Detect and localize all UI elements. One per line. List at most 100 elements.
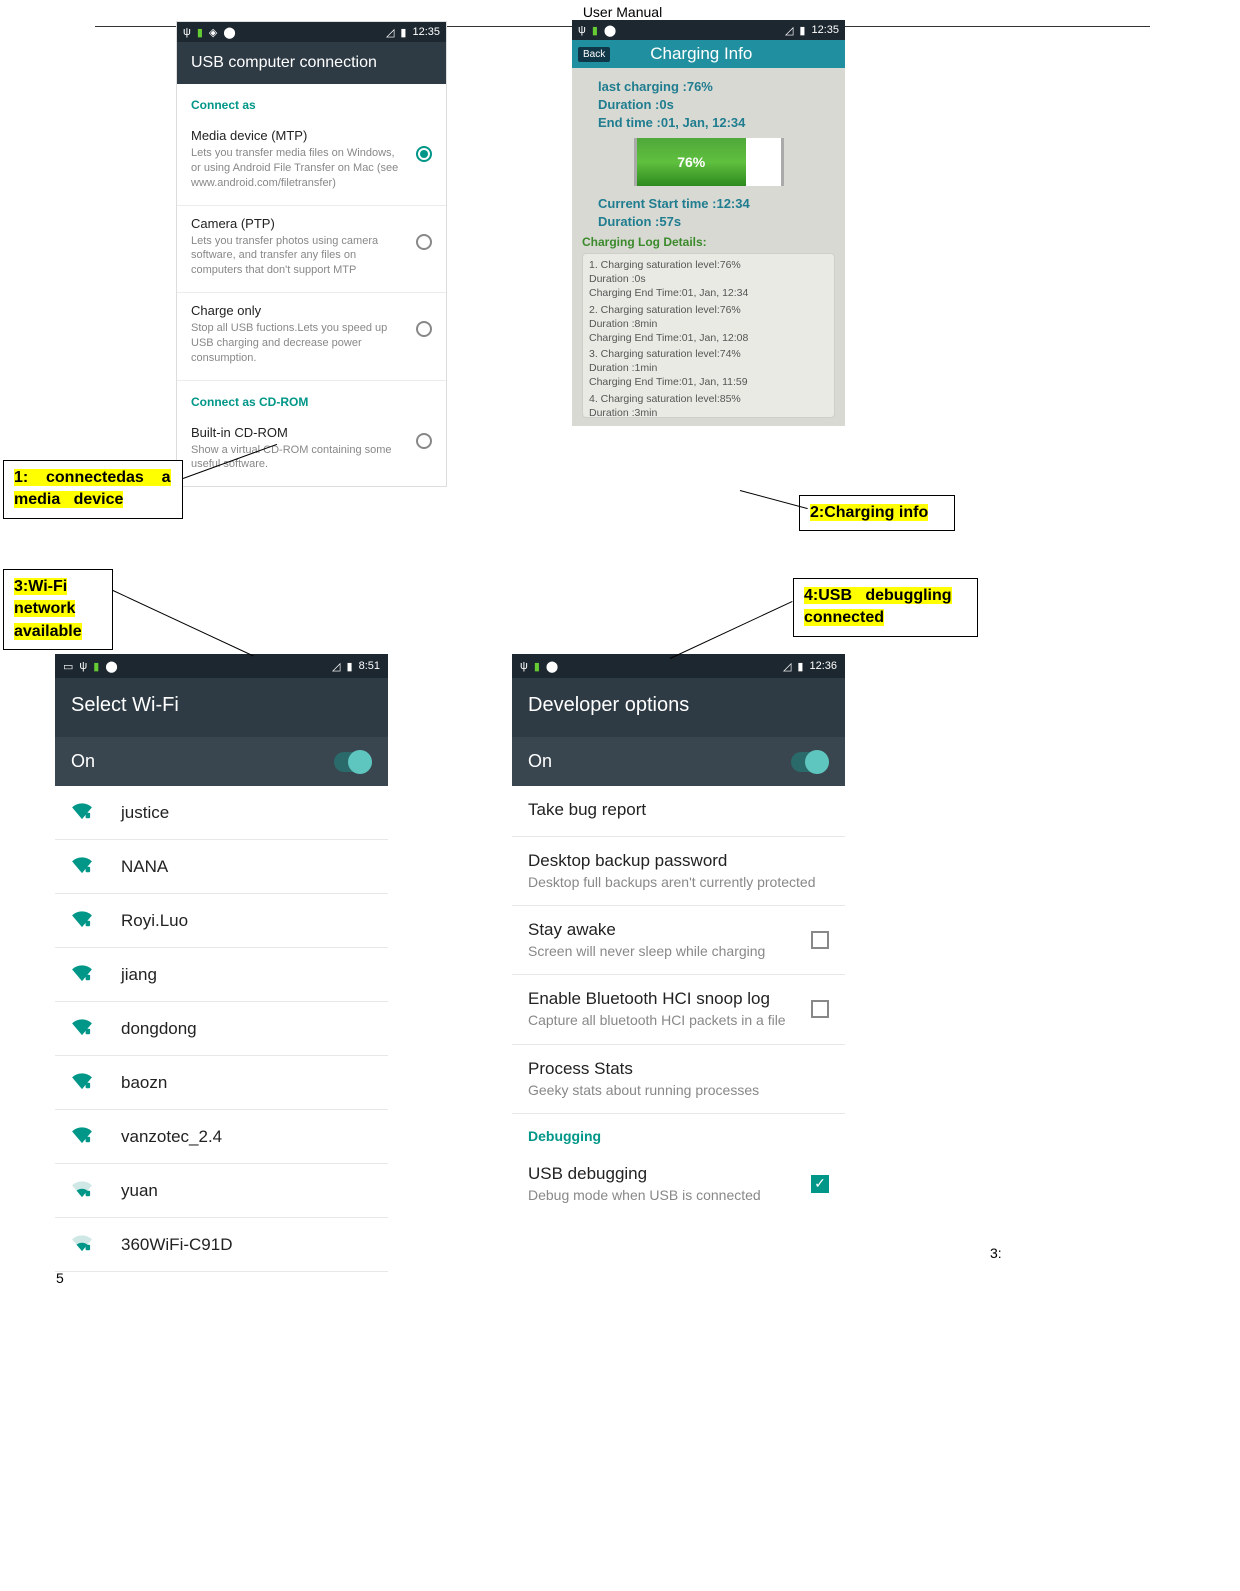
- bluetooth-snoop[interactable]: Enable Bluetooth HCI snoop log Capture a…: [512, 975, 845, 1044]
- usb-connection-screen: ψ ▮ ◈ ⬤ ◿ ▮ 12:35 USB computer connectio…: [176, 21, 447, 487]
- wifi-network-name: Royi.Luo: [121, 911, 188, 931]
- row-desc: Geeky stats about running processes: [528, 1081, 829, 1099]
- battery-fill: 76%: [637, 138, 746, 186]
- row-title: Enable Bluetooth HCI snoop log: [528, 989, 801, 1009]
- android-icon: ⬤: [105, 660, 117, 673]
- option-mtp-title: Media device (MTP): [191, 128, 406, 143]
- duration-1: Duration :0s: [598, 97, 835, 112]
- annotation-3: 3:Wi-Finetworkavailable: [3, 569, 113, 650]
- wifi-signal-icon: [71, 802, 99, 823]
- process-stats[interactable]: Process Stats Geeky stats about running …: [512, 1045, 845, 1114]
- radio-charge[interactable]: [416, 321, 432, 337]
- wifi-network-row[interactable]: NANA: [55, 840, 388, 894]
- dev-title: Developer options: [512, 678, 845, 737]
- option-mtp[interactable]: Media device (MTP) Lets you transfer med…: [177, 118, 446, 206]
- back-button[interactable]: Back: [578, 47, 610, 62]
- clock: 12:35: [811, 24, 839, 36]
- wifi-network-row[interactable]: yuan: [55, 1164, 388, 1218]
- last-charging: last charging :76%: [598, 79, 835, 94]
- log-entry: 1. Charging saturation level:76% Duratio…: [589, 258, 828, 301]
- wifi-icon: ◈: [209, 26, 217, 39]
- option-ptp-title: Camera (PTP): [191, 216, 406, 231]
- radio-cdrom[interactable]: [416, 433, 432, 449]
- log-box[interactable]: 1. Charging saturation level:76% Duratio…: [582, 253, 835, 418]
- wifi-network-row[interactable]: dongdong: [55, 1002, 388, 1056]
- status-bar: ψ ▮ ⬤ ◿ ▮ 12:36: [512, 654, 845, 678]
- wifi-signal-icon: [71, 1234, 99, 1255]
- wifi-network-name: baozn: [121, 1073, 167, 1093]
- page-number-left: 5: [56, 1270, 64, 1286]
- duration-2: Duration :57s: [598, 214, 835, 229]
- wifi-network-row[interactable]: Royi.Luo: [55, 894, 388, 948]
- wifi-network-row[interactable]: baozn: [55, 1056, 388, 1110]
- checkbox-stay-awake[interactable]: [811, 931, 829, 949]
- annotation-4-line: [670, 601, 793, 659]
- option-cdrom-desc: Show a virtual CD-ROM containing some us…: [191, 443, 406, 473]
- wifi-network-row[interactable]: 360WiFi-C91D: [55, 1218, 388, 1272]
- checkbox-bt-snoop[interactable]: [811, 1000, 829, 1018]
- clock: 8:51: [359, 660, 380, 672]
- usb-icon: ψ: [578, 24, 586, 36]
- signal-icon: ◿: [332, 660, 340, 673]
- log-entry: 4. Charging saturation level:85% Duratio…: [589, 392, 828, 418]
- wifi-network-row[interactable]: vanzotec_2.4: [55, 1110, 388, 1164]
- checkbox-usb-debugging[interactable]: ✓: [811, 1175, 829, 1193]
- charging-header: Back Charging Info: [572, 40, 845, 68]
- option-charge-desc: Stop all USB fuctions.Lets you speed up …: [191, 321, 406, 366]
- battery-icon: ▮: [799, 24, 805, 37]
- radio-mtp[interactable]: [416, 146, 432, 162]
- wifi-toggle[interactable]: [334, 752, 372, 772]
- option-cdrom[interactable]: Built-in CD-ROM Show a virtual CD-ROM co…: [177, 415, 446, 487]
- wifi-network-row[interactable]: justice: [55, 786, 388, 840]
- status-bar: ψ ▮ ⬤ ◿ ▮ 12:35: [572, 20, 845, 40]
- usb-debugging[interactable]: USB debugging Debug mode when USB is con…: [512, 1150, 845, 1218]
- wifi-signal-icon: [71, 856, 99, 877]
- battery-icon: ▮: [347, 660, 353, 673]
- radio-ptp[interactable]: [416, 234, 432, 250]
- desktop-backup-password[interactable]: Desktop backup password Desktop full bac…: [512, 837, 845, 906]
- status-bar: ▭ ψ ▮ ⬤ ◿ ▮ 8:51: [55, 654, 388, 678]
- signal-icon: ◿: [386, 26, 394, 39]
- wifi-signal-icon: [71, 1072, 99, 1093]
- wifi-signal-icon: [71, 1180, 99, 1201]
- signal-icon: ◿: [785, 24, 793, 37]
- row-desc: Capture all bluetooth HCI packets in a f…: [528, 1011, 801, 1029]
- wifi-network-name: vanzotec_2.4: [121, 1127, 222, 1147]
- annotation-2-line: [740, 490, 808, 509]
- wifi-network-name: jiang: [121, 965, 157, 985]
- wifi-title: Select Wi-Fi: [55, 678, 388, 737]
- row-title: USB debugging: [528, 1164, 801, 1184]
- battery-icon: ▮: [797, 660, 803, 673]
- annotation-1: 1: connectedas amedia device: [3, 460, 183, 519]
- wifi-signal-icon: [71, 964, 99, 985]
- annotation-2: 2:Charging info: [799, 495, 955, 531]
- dev-on-row: On: [512, 737, 845, 786]
- debugging-header: Debugging: [512, 1114, 845, 1150]
- log-entry: 2. Charging saturation level:76% Duratio…: [589, 303, 828, 346]
- log-entry: 3. Charging saturation level:74% Duratio…: [589, 347, 828, 390]
- current-start: Current Start time :12:34: [598, 196, 835, 211]
- section-cdrom: Connect as CD-ROM: [177, 381, 446, 415]
- dev-toggle[interactable]: [791, 752, 829, 772]
- usb-icon: ψ: [520, 660, 528, 672]
- row-title: Take bug report: [528, 800, 829, 820]
- wifi-network-row[interactable]: jiang: [55, 948, 388, 1002]
- battery-charging-icon: ▮: [534, 660, 540, 673]
- option-ptp[interactable]: Camera (PTP) Lets you transfer photos us…: [177, 206, 446, 294]
- option-charge-title: Charge only: [191, 303, 406, 318]
- usb-icon: ψ: [183, 26, 191, 38]
- on-label: On: [71, 751, 95, 772]
- developer-options-screen: ψ ▮ ⬤ ◿ ▮ 12:36 Developer options On Tak…: [512, 654, 845, 1218]
- annotation-3-line: [113, 590, 254, 656]
- stay-awake[interactable]: Stay awake Screen will never sleep while…: [512, 906, 845, 975]
- wifi-signal-icon: [71, 910, 99, 931]
- wifi-screen: ▭ ψ ▮ ⬤ ◿ ▮ 8:51 Select Wi-Fi On justice…: [55, 654, 388, 1272]
- take-bug-report[interactable]: Take bug report: [512, 786, 845, 837]
- screenshot-icon: ▭: [63, 660, 73, 673]
- option-charge-only[interactable]: Charge only Stop all USB fuctions.Lets y…: [177, 293, 446, 381]
- annotation-4: 4:USB debugglingconnected: [793, 578, 978, 637]
- row-desc: Desktop full backups aren't currently pr…: [528, 873, 829, 891]
- wifi-on-row: On: [55, 737, 388, 786]
- wifi-network-name: dongdong: [121, 1019, 197, 1039]
- wifi-network-name: justice: [121, 803, 169, 823]
